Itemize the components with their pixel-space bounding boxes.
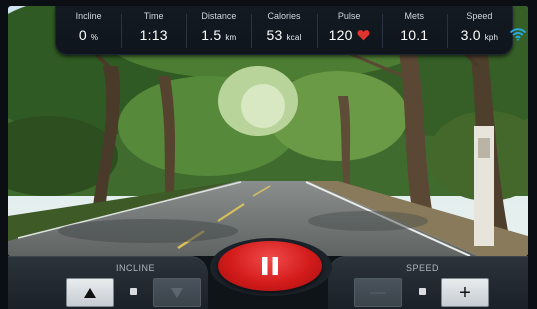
stat-label: Pulse xyxy=(337,11,361,21)
stat-time: Time 1:13 xyxy=(121,6,186,54)
distance-unit: km xyxy=(225,33,237,42)
stat-label: Speed xyxy=(466,11,493,21)
pause-button[interactable] xyxy=(218,241,322,291)
time-value: 1:13 xyxy=(139,27,168,43)
triangle-down-icon xyxy=(171,287,183,298)
speed-down-button[interactable]: — xyxy=(354,278,402,307)
stat-label: Distance xyxy=(201,11,237,21)
stat-label: Mets xyxy=(404,11,425,21)
stats-bar: Incline 0% Time 1:13 Distance 1.5 km Calo… xyxy=(55,6,513,55)
speed-unit: kph xyxy=(484,33,499,42)
incline-down-button[interactable] xyxy=(153,278,201,307)
minus-icon: — xyxy=(370,283,386,301)
incline-unit: % xyxy=(90,33,99,42)
stat-value: 0% xyxy=(56,27,121,43)
speed-value: 3.0 xyxy=(460,27,481,43)
pause-icon xyxy=(262,257,278,275)
stat-label: Calories xyxy=(267,11,301,21)
distance-value: 1.5 xyxy=(201,27,222,43)
stat-calories: Calories 53 kcal xyxy=(251,6,316,54)
treadmill-screen: Incline 0% Time 1:13 Distance 1.5 km Calo… xyxy=(0,0,537,309)
incline-indicator xyxy=(130,288,137,295)
speed-label: SPEED xyxy=(406,263,440,273)
incline-panel: INCLINE xyxy=(8,256,208,309)
plus-icon: + xyxy=(459,281,471,304)
heart-icon xyxy=(357,30,370,41)
stat-value: 1.5 km xyxy=(186,27,251,43)
speed-up-button[interactable]: + xyxy=(441,278,489,307)
incline-label: INCLINE xyxy=(116,263,156,273)
stat-value: 3.0 kph xyxy=(447,27,512,43)
calories-unit: kcal xyxy=(286,33,302,42)
wifi-icon xyxy=(509,28,527,41)
stat-value: 53 kcal xyxy=(251,27,316,43)
pulse-value: 120 xyxy=(328,27,353,43)
stat-speed: Speed 3.0 kph xyxy=(446,6,512,54)
stat-label: Time xyxy=(143,11,164,21)
mets-value: 10.1 xyxy=(400,27,429,43)
stat-label: Incline xyxy=(75,11,102,21)
stat-incline: Incline 0% xyxy=(56,6,121,54)
speed-indicator xyxy=(419,288,426,295)
stat-mets: Mets 10.1 xyxy=(381,6,447,54)
incline-value: 0 xyxy=(78,27,87,43)
calories-value: 53 xyxy=(266,27,283,43)
speed-panel: SPEED — + xyxy=(328,256,528,309)
triangle-up-icon xyxy=(84,287,96,298)
stat-distance: Distance 1.5 km xyxy=(186,6,251,54)
stat-pulse: Pulse 120 xyxy=(316,6,382,54)
stat-value: 120 xyxy=(317,27,382,43)
incline-up-button[interactable] xyxy=(66,278,114,307)
